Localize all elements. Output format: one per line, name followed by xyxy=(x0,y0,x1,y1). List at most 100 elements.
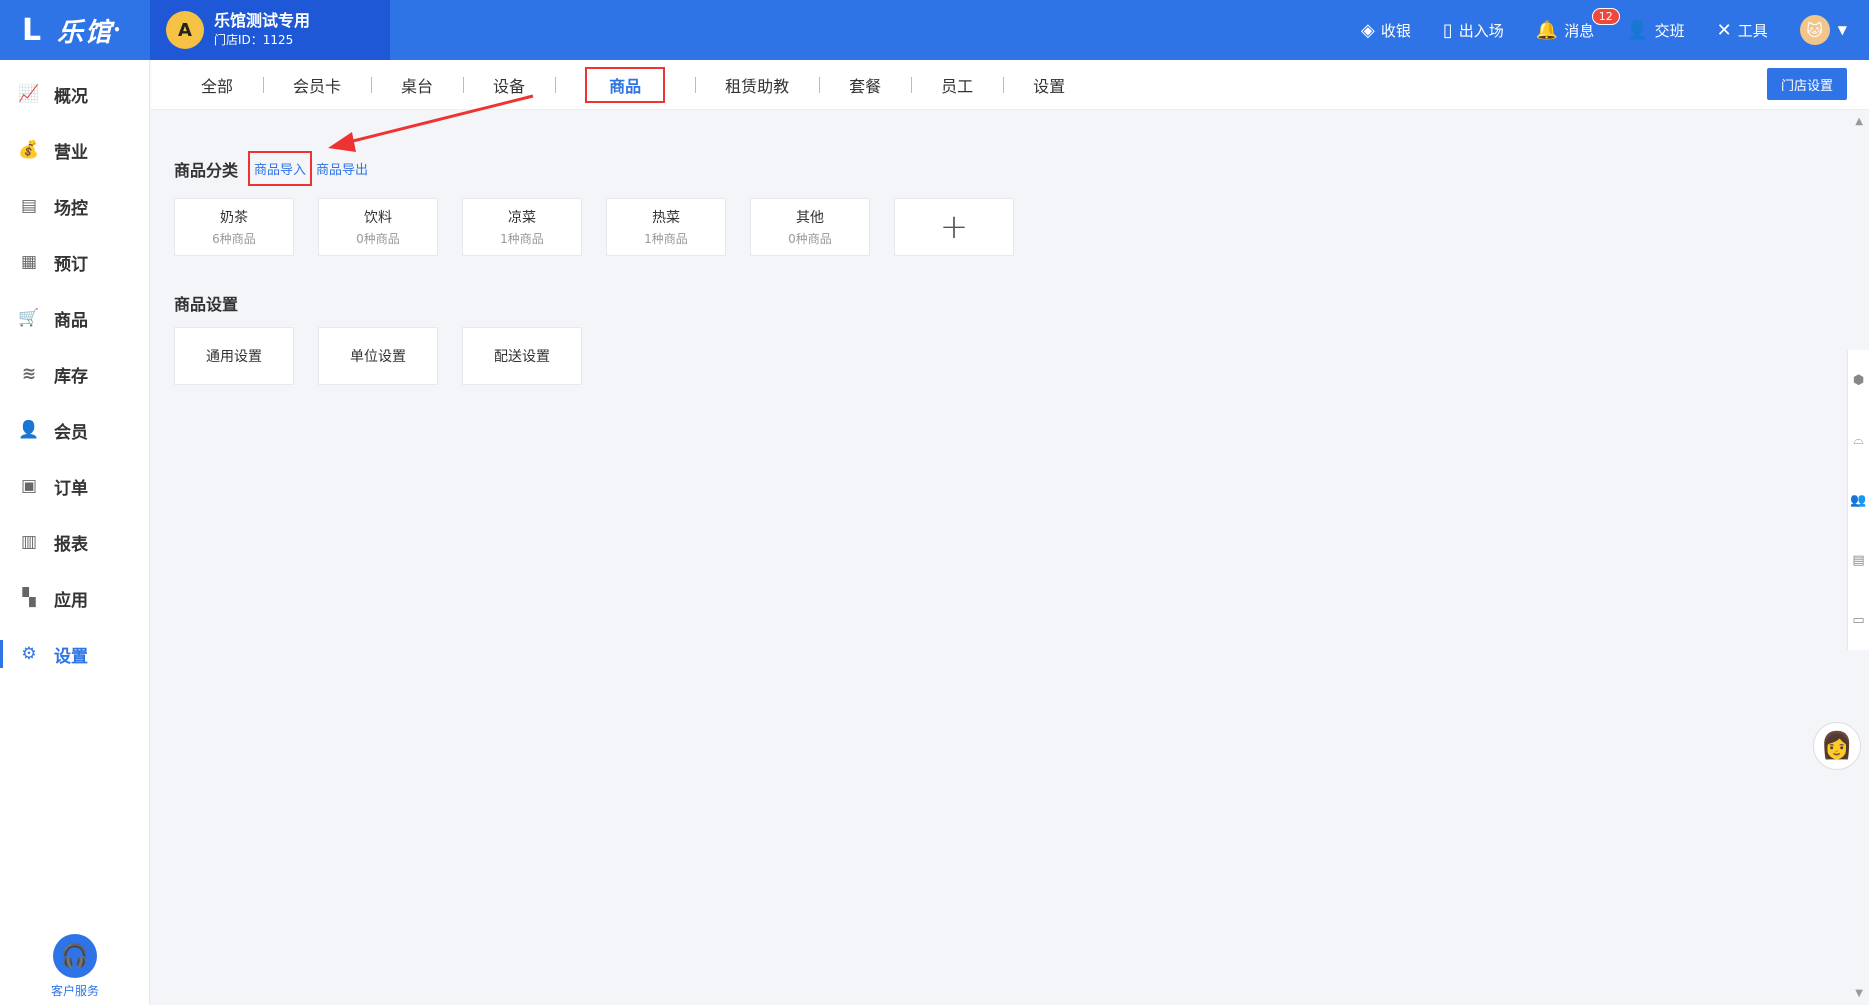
category-card[interactable]: 奶茶 6种商品 xyxy=(174,198,294,256)
sidebar-item-inventory[interactable]: ≋ 库存 xyxy=(0,346,149,402)
category-name: 饮料 xyxy=(364,210,392,226)
add-category-button[interactable]: + xyxy=(894,198,1014,256)
top-bar: L 乐馆 • A 乐馆测试专用 门店ID：1125 ◈ 收银 ▯ 出入场 🔔 消息… xyxy=(0,0,1869,60)
topnav-label: 收银 xyxy=(1380,21,1411,40)
tab-label: 租赁助教 xyxy=(725,76,790,96)
group-icon[interactable]: 👥 xyxy=(1848,470,1869,530)
tab-packages[interactable]: 套餐 xyxy=(819,60,911,110)
topnav-label: 交班 xyxy=(1654,21,1685,40)
message-badge: 12 xyxy=(1591,7,1620,25)
order-icon: ▣ xyxy=(20,476,38,496)
assistant-avatar-icon[interactable]: 👩 xyxy=(1813,722,1861,770)
sidebar-item-label: 设置 xyxy=(54,646,88,667)
tab-all[interactable]: 全部 xyxy=(171,60,263,110)
topnav-label: 出入场 xyxy=(1458,21,1504,40)
setting-label: 配送设置 xyxy=(494,349,550,365)
category-name: 其他 xyxy=(796,210,824,226)
sidebar-item-booking[interactable]: ▦ 预订 xyxy=(0,234,149,290)
layers-icon: ≋ xyxy=(21,364,37,384)
bar-chart-icon: ▥ xyxy=(20,532,38,552)
topnav-shift[interactable]: 👤 交班 xyxy=(1626,20,1684,41)
topnav-cashier[interactable]: ◈ 收银 xyxy=(1361,20,1411,41)
unit-settings-button[interactable]: 单位设置 xyxy=(318,327,438,385)
card-icon[interactable]: ▭ xyxy=(1848,590,1869,650)
chevron-down-icon[interactable]: ▼ xyxy=(1838,23,1847,37)
store-switcher[interactable]: A 乐馆测试专用 门店ID：1125 xyxy=(150,0,390,60)
logo-text: 乐馆 xyxy=(57,17,114,48)
cube-icon[interactable]: ⬢ xyxy=(1848,350,1869,410)
customer-service-label: 客户服务 xyxy=(50,984,99,998)
setting-label: 通用设置 xyxy=(206,349,262,365)
sidebar-item-apps[interactable]: ▚ 应用 xyxy=(0,570,149,626)
setting-label: 单位设置 xyxy=(350,349,406,365)
cart-icon: 🛒 xyxy=(18,308,40,328)
sidebar-item-overview[interactable]: 📈 概况 xyxy=(0,66,149,122)
topnav-entry[interactable]: ▯ 出入场 xyxy=(1443,20,1504,41)
sidebar-item-members[interactable]: 👤 会员 xyxy=(0,402,149,458)
category-count: 6种商品 xyxy=(212,232,256,246)
category-count: 1种商品 xyxy=(644,232,688,246)
sidebar-item-products[interactable]: 🛒 商品 xyxy=(0,290,149,346)
topnav-messages[interactable]: 🔔 消息 12 xyxy=(1536,7,1620,41)
topnav-label: 消息 xyxy=(1564,21,1595,40)
category-name: 奶茶 xyxy=(220,210,248,226)
section-title: 商品分类 xyxy=(174,160,239,180)
tab-tables[interactable]: 桌台 xyxy=(371,60,463,110)
right-tool-rail: ⬢ ⌓ 👥 ▤ ▭ xyxy=(1847,350,1869,650)
tab-label: 设备 xyxy=(493,76,526,96)
sidebar-item-reports[interactable]: ▥ 报表 xyxy=(0,514,149,570)
sidebar-item-label: 预订 xyxy=(54,254,88,275)
apps-grid-icon: ▚ xyxy=(22,588,36,608)
bowl-icon[interactable]: ⌓ xyxy=(1848,410,1869,470)
tab-label: 设置 xyxy=(1033,76,1066,96)
category-card[interactable]: 凉菜 1种商品 xyxy=(462,198,582,256)
product-export-link[interactable]: 商品导出 xyxy=(316,159,368,178)
app-logo[interactable]: L 乐馆 • xyxy=(0,0,150,60)
plus-icon: + xyxy=(939,207,969,247)
category-card[interactable]: 饮料 0种商品 xyxy=(318,198,438,256)
headset-icon: 🎧 xyxy=(53,934,97,978)
store-icon[interactable]: ▤ xyxy=(1848,530,1869,590)
category-card[interactable]: 热菜 1种商品 xyxy=(606,198,726,256)
category-card[interactable]: 其他 0种商品 xyxy=(750,198,870,256)
scroll-down-arrow[interactable]: ▼ xyxy=(1855,988,1863,999)
sidebar-item-label: 库存 xyxy=(54,366,88,387)
general-settings-button[interactable]: 通用设置 xyxy=(174,327,294,385)
user-avatar[interactable]: 🐱 xyxy=(1799,15,1830,45)
main-content: 商品分类 商品导入 商品导出 奶茶 6种商品 饮料 0种商品 凉菜 1种商品 热… xyxy=(151,111,1841,1005)
door-icon: ▯ xyxy=(1442,19,1453,41)
store-settings-button[interactable]: 门店设置 xyxy=(1766,68,1847,100)
category-count: 0种商品 xyxy=(788,232,832,246)
tab-devices[interactable]: 设备 xyxy=(463,60,555,110)
tab-products[interactable]: 商品 xyxy=(555,60,695,110)
delivery-settings-button[interactable]: 配送设置 xyxy=(462,327,582,385)
sidebar-item-orders[interactable]: ▣ 订单 xyxy=(0,458,149,514)
tab-rental-coach[interactable]: 租赁助教 xyxy=(695,60,819,110)
tab-settings[interactable]: 设置 xyxy=(1003,60,1095,110)
store-avatar: A xyxy=(166,11,204,49)
top-nav: ◈ 收银 ▯ 出入场 🔔 消息 12 👤 交班 ✕ 工具 🐱 ▼ xyxy=(1361,0,1869,60)
sidebar-item-settings[interactable]: ⚙ 设置 xyxy=(0,626,149,682)
customer-service[interactable]: 🎧 客户服务 xyxy=(0,934,150,999)
scroll-up-arrow[interactable]: ▲ xyxy=(1855,116,1863,127)
store-id: 门店ID：1125 xyxy=(214,33,294,47)
settings-cards: 通用设置 单位设置 配送设置 xyxy=(174,327,606,385)
topnav-tools[interactable]: ✕ 工具 xyxy=(1717,20,1768,41)
tab-staff[interactable]: 员工 xyxy=(911,60,1003,110)
tab-member-card[interactable]: 会员卡 xyxy=(263,60,371,110)
sidebar-item-label: 会员 xyxy=(54,422,88,443)
cashier-icon: ◈ xyxy=(1361,19,1375,41)
section-title: 商品设置 xyxy=(174,295,239,314)
sidebar-item-label: 商品 xyxy=(54,310,88,331)
category-count: 1种商品 xyxy=(500,232,544,246)
sidebar-item-business[interactable]: 💰 营业 xyxy=(0,122,149,178)
product-import-link[interactable]: 商品导入 xyxy=(248,151,313,186)
chart-icon: 📈 xyxy=(18,84,40,104)
tab-label: 商品 xyxy=(585,66,666,103)
sidebar-item-venue-control[interactable]: ▤ 场控 xyxy=(0,178,149,234)
settings-tabs: 全部 会员卡 桌台 设备 商品 租赁助教 套餐 员工 设置 门店设置 xyxy=(151,60,1869,110)
shift-icon: 👤 xyxy=(1626,19,1649,41)
settings-header: 商品设置 xyxy=(174,291,238,315)
topnav-label: 工具 xyxy=(1737,21,1768,40)
gear-icon: ⚙ xyxy=(21,644,37,664)
